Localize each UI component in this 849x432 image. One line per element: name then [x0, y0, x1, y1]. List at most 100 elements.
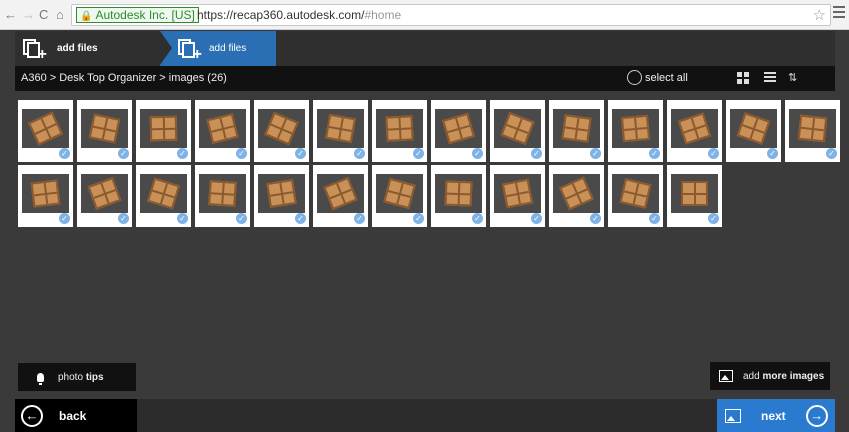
step-bar: + add files + add files	[15, 31, 835, 66]
next-button[interactable]: next →	[717, 399, 835, 432]
check-icon[interactable]: ✓	[59, 213, 70, 224]
browser-chrome: ← → C ⌂ 🔒 Autodesk Inc. [US] https://reca…	[0, 0, 849, 30]
image-thumbnail[interactable]: ✓	[254, 100, 309, 162]
image-thumbnail[interactable]: ✓	[77, 165, 132, 227]
image-thumbnail[interactable]: ✓	[549, 100, 604, 162]
check-icon[interactable]: ✓	[826, 148, 837, 159]
photo-preview	[671, 109, 718, 148]
check-icon[interactable]: ✓	[236, 213, 247, 224]
photo-preview	[317, 109, 364, 148]
select-all-button[interactable]: select all	[627, 70, 688, 85]
menu-icon[interactable]	[833, 6, 845, 18]
grid-view-icon[interactable]	[737, 72, 749, 84]
image-thumbnail[interactable]: ✓	[431, 165, 486, 227]
check-icon[interactable]: ✓	[590, 213, 601, 224]
image-thumbnail[interactable]: ✓	[254, 165, 309, 227]
check-icon[interactable]: ✓	[472, 148, 483, 159]
check-icon[interactable]: ✓	[708, 213, 719, 224]
site-identity-badge[interactable]: 🔒 Autodesk Inc. [US]	[76, 7, 199, 23]
image-thumbnail[interactable]: ✓	[549, 165, 604, 227]
check-icon[interactable]: ✓	[590, 148, 601, 159]
photo-preview	[494, 174, 541, 213]
list-view-icon[interactable]	[764, 72, 776, 84]
step-add-files-active[interactable]: + add files	[160, 31, 276, 66]
check-icon[interactable]: ✓	[649, 213, 660, 224]
image-thumbnail[interactable]: ✓	[195, 165, 250, 227]
check-icon[interactable]: ✓	[708, 148, 719, 159]
forward-arrow-icon[interactable]: →	[22, 7, 35, 22]
check-icon[interactable]: ✓	[177, 148, 188, 159]
back-label: back	[59, 408, 87, 423]
breadcrumb: A360 > Desk Top Organizer > images (26)	[21, 72, 227, 84]
sort-icon[interactable]: ⇅	[788, 71, 800, 84]
check-icon[interactable]: ✓	[118, 213, 129, 224]
photo-tips-label: photo tips	[58, 371, 104, 383]
check-icon[interactable]: ✓	[295, 148, 306, 159]
address-bar[interactable]: 🔒 Autodesk Inc. [US] https://recap360.aut…	[71, 4, 831, 26]
lock-icon: 🔒	[80, 11, 93, 22]
image-thumbnail[interactable]: ✓	[372, 165, 427, 227]
image-thumbnail[interactable]: ✓	[18, 100, 73, 162]
image-thumbnail[interactable]: ✓	[667, 100, 722, 162]
image-thumbnail[interactable]: ✓	[136, 100, 191, 162]
lightbulb-icon	[37, 372, 44, 385]
home-icon[interactable]: ⌂	[56, 7, 64, 22]
image-thumbnail[interactable]: ✓	[431, 100, 486, 162]
image-thumbnail[interactable]: ✓	[785, 100, 840, 162]
photo-preview	[553, 109, 600, 148]
check-icon[interactable]: ✓	[413, 148, 424, 159]
image-thumbnail[interactable]: ✓	[490, 165, 545, 227]
image-thumbnail[interactable]: ✓	[136, 165, 191, 227]
add-more-images-label: add more images	[743, 370, 825, 382]
check-icon[interactable]: ✓	[531, 213, 542, 224]
check-icon[interactable]: ✓	[531, 148, 542, 159]
check-icon[interactable]: ✓	[236, 148, 247, 159]
image-thumbnail[interactable]: ✓	[195, 100, 250, 162]
url-text[interactable]: https://recap360.autodesk.com/#home	[197, 8, 401, 22]
photo-tips-button[interactable]: photo tips	[18, 363, 136, 391]
image-thumbnail[interactable]: ✓	[667, 165, 722, 227]
check-icon[interactable]: ✓	[472, 213, 483, 224]
image-thumbnail[interactable]: ✓	[608, 100, 663, 162]
image-icon	[725, 408, 741, 423]
back-button[interactable]: ← back	[15, 399, 137, 432]
check-icon[interactable]: ✓	[354, 148, 365, 159]
photo-preview	[376, 109, 423, 148]
photo-preview	[81, 174, 128, 213]
check-icon[interactable]: ✓	[118, 148, 129, 159]
site-identity-text: Autodesk Inc. [US]	[95, 8, 195, 22]
check-icon[interactable]: ✓	[649, 148, 660, 159]
back-arrow-icon[interactable]: ←	[4, 7, 17, 22]
image-thumbnail[interactable]: ✓	[77, 100, 132, 162]
check-icon[interactable]: ✓	[354, 213, 365, 224]
reload-icon[interactable]: C	[39, 7, 48, 22]
photo-preview	[317, 174, 364, 213]
path-bar: A360 > Desk Top Organizer > images (26) …	[15, 66, 835, 91]
photo-preview	[81, 109, 128, 148]
add-files-icon: +	[178, 38, 202, 62]
arrow-left-circle-icon: ←	[21, 404, 43, 427]
star-icon[interactable]: ☆	[813, 6, 826, 24]
image-thumbnail[interactable]: ✓	[18, 165, 73, 227]
image-thumbnail[interactable]: ✓	[490, 100, 545, 162]
photo-preview	[435, 109, 482, 148]
bottom-bar: ← back next →	[15, 399, 835, 432]
image-icon	[719, 370, 733, 382]
photo-preview	[494, 109, 541, 148]
photo-preview	[730, 109, 777, 148]
step-label: add files	[57, 43, 98, 54]
image-thumbnail[interactable]: ✓	[313, 100, 368, 162]
check-icon[interactable]: ✓	[413, 213, 424, 224]
image-thumbnail[interactable]: ✓	[372, 100, 427, 162]
check-icon[interactable]: ✓	[177, 213, 188, 224]
check-icon[interactable]: ✓	[767, 148, 778, 159]
image-thumbnail[interactable]: ✓	[313, 165, 368, 227]
photo-preview	[553, 174, 600, 213]
photo-preview	[140, 109, 187, 148]
check-icon[interactable]: ✓	[59, 148, 70, 159]
check-icon[interactable]: ✓	[295, 213, 306, 224]
image-thumbnail[interactable]: ✓	[608, 165, 663, 227]
add-more-images-button[interactable]: add more images	[710, 362, 830, 390]
step-add-files[interactable]: + add files	[15, 31, 160, 66]
image-thumbnail[interactable]: ✓	[726, 100, 781, 162]
